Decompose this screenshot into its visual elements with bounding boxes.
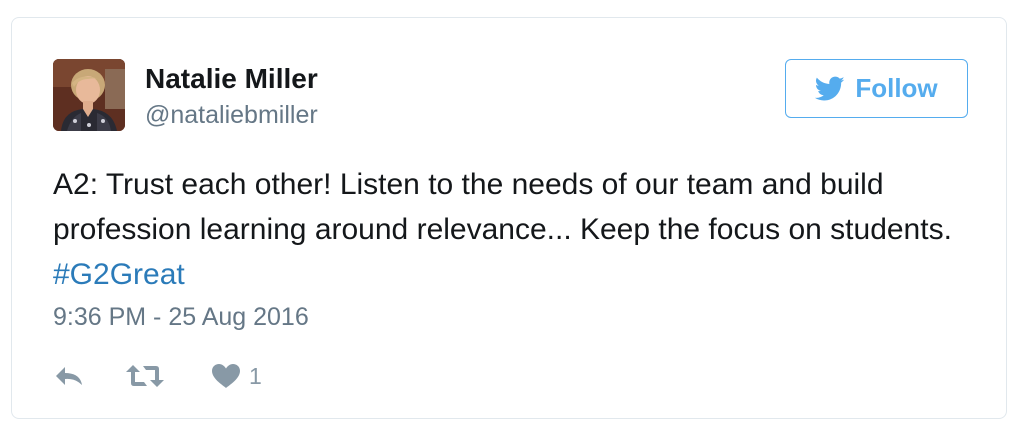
tweet-timestamp[interactable]: 9:36 PM - 25 Aug 2016 [53, 302, 309, 332]
follow-label: Follow [855, 73, 938, 103]
tweet-text: A2: Trust each other! Listen to the need… [53, 162, 973, 297]
avatar-photo [53, 59, 125, 131]
author-handle[interactable]: @nataliebmiller [145, 100, 318, 130]
author-name[interactable]: Natalie Miller [145, 62, 318, 96]
hashtag-link[interactable]: #G2Great [53, 258, 185, 291]
retweet-button[interactable] [125, 363, 165, 389]
twitter-bird-icon [815, 76, 845, 100]
retweet-icon [126, 365, 164, 387]
tweet-actions: 1 [53, 361, 262, 391]
reply-icon [56, 367, 82, 385]
tweet-card: Natalie Miller @nataliebmiller Follow A2… [11, 17, 1007, 419]
follow-button[interactable]: Follow [785, 59, 968, 118]
reply-button[interactable] [53, 364, 85, 388]
like-button[interactable]: 1 [211, 361, 262, 391]
tweet-body: A2: Trust each other! Listen to the need… [53, 168, 952, 246]
heart-icon [212, 364, 240, 388]
like-count: 1 [249, 363, 262, 389]
avatar[interactable] [53, 59, 125, 131]
